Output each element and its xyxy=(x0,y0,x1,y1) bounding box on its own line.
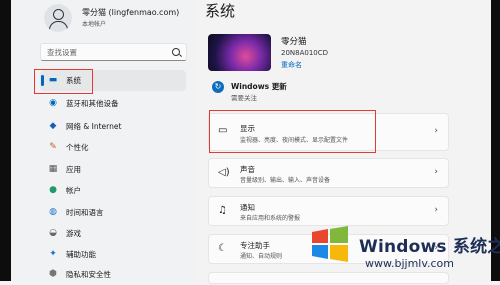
chevron-right-icon: › xyxy=(434,126,438,136)
sidebar-item-privacy[interactable]: ⬢ 隐私和安全性 xyxy=(40,264,186,285)
avatar-body-shape xyxy=(49,21,68,32)
rename-link[interactable]: 重命名 xyxy=(281,60,302,70)
settings-card-sound[interactable]: ◁) 声音 音量级别、输出、输入、声音设备 › xyxy=(208,158,449,188)
moon-icon: ☾ xyxy=(218,243,227,254)
sidebar-item-apps[interactable]: ▦ 应用 xyxy=(40,159,186,180)
chevron-right-icon: › xyxy=(434,167,438,177)
wallpaper-thumbnail xyxy=(208,34,271,71)
avatar[interactable] xyxy=(44,4,72,32)
watermark-url: www.bjjmlv.com xyxy=(365,257,454,270)
user-name: 零分猫 (lingfenmao.com) xyxy=(82,8,180,17)
windows-update-icon[interactable]: ↻ xyxy=(212,81,224,93)
globe-clock-icon: ◍ xyxy=(49,207,57,217)
shield-icon: ⬢ xyxy=(49,269,57,279)
sidebar-item-label: 帐户 xyxy=(66,186,81,195)
card-title: 声音 xyxy=(240,165,255,174)
sidebar-item-label: 网络 & Internet xyxy=(66,122,122,131)
device-name: 零分猫 xyxy=(281,37,307,47)
sidebar-item-time-language[interactable]: ◍ 时间和语言 xyxy=(40,202,186,223)
sidebar-item-network[interactable]: ◆ 网络 & Internet xyxy=(40,116,186,137)
user-account-type: 本地帐户 xyxy=(82,21,107,28)
sidebar-item-gaming[interactable]: ◒ 游戏 xyxy=(40,223,186,244)
watermark-brand-cn: 系统之家 xyxy=(452,237,500,257)
sidebar-item-label: 蓝牙和其他设备 xyxy=(66,99,119,108)
brush-icon: ✎ xyxy=(49,142,57,152)
windows-update-status: 需要关注 xyxy=(231,94,257,102)
windows-logo-icon xyxy=(312,226,348,262)
search-input[interactable]: 查找设置 xyxy=(40,43,187,61)
accessibility-icon: ✦ xyxy=(49,249,57,259)
person-icon: ● xyxy=(49,185,57,195)
gamepad-icon: ◒ xyxy=(49,228,57,238)
highlight-box-display xyxy=(209,110,376,153)
sidebar-item-bluetooth[interactable]: ◉ 蓝牙和其他设备 xyxy=(40,93,186,114)
sidebar-item-personalization[interactable]: ✎ 个性化 xyxy=(40,137,186,158)
card-subtitle: 通知、自动规则 xyxy=(240,253,283,260)
sidebar-item-label: 应用 xyxy=(66,165,81,174)
search-placeholder: 查找设置 xyxy=(47,48,77,57)
card-subtitle: 来自应用和系统的警报 xyxy=(240,215,301,222)
wifi-icon: ◆ xyxy=(49,121,57,131)
bluetooth-icon: ◉ xyxy=(49,98,57,108)
speaker-icon: ◁) xyxy=(218,167,230,178)
apps-icon: ▦ xyxy=(48,164,58,174)
watermark: Windows 系统之家 www.bjjmlv.com xyxy=(310,224,500,281)
watermark-brand: Windows 系统之家 xyxy=(359,232,500,257)
card-title: 专注助手 xyxy=(240,241,270,250)
sidebar-item-label: 隐私和安全性 xyxy=(66,270,111,279)
highlight-box-system xyxy=(34,69,93,94)
sidebar-item-label: 游戏 xyxy=(66,229,81,238)
device-model: 20N8A010CD xyxy=(281,49,329,57)
bell-icon: ♫ xyxy=(218,205,227,216)
sidebar-item-label: 辅助功能 xyxy=(66,250,96,259)
card-subtitle: 音量级别、输出、输入、声音设备 xyxy=(240,177,331,184)
window-edge-left xyxy=(0,0,11,281)
search-icon[interactable] xyxy=(172,48,180,56)
chevron-right-icon: › xyxy=(434,205,438,215)
card-title: 通知 xyxy=(240,203,255,212)
sidebar-item-accessibility[interactable]: ✦ 辅助功能 xyxy=(40,244,186,265)
watermark-brand-en: Windows xyxy=(359,237,447,257)
sidebar-item-label: 个性化 xyxy=(66,143,89,152)
windows-update-title[interactable]: Windows 更新 xyxy=(231,81,287,92)
page-title: 系统 xyxy=(205,2,236,20)
sidebar-item-accounts[interactable]: ● 帐户 xyxy=(40,180,186,201)
avatar-head-shape xyxy=(53,9,64,20)
sidebar-item-label: 时间和语言 xyxy=(66,208,104,217)
settings-card-notifications[interactable]: ♫ 通知 来自应用和系统的警报 › xyxy=(208,196,449,226)
